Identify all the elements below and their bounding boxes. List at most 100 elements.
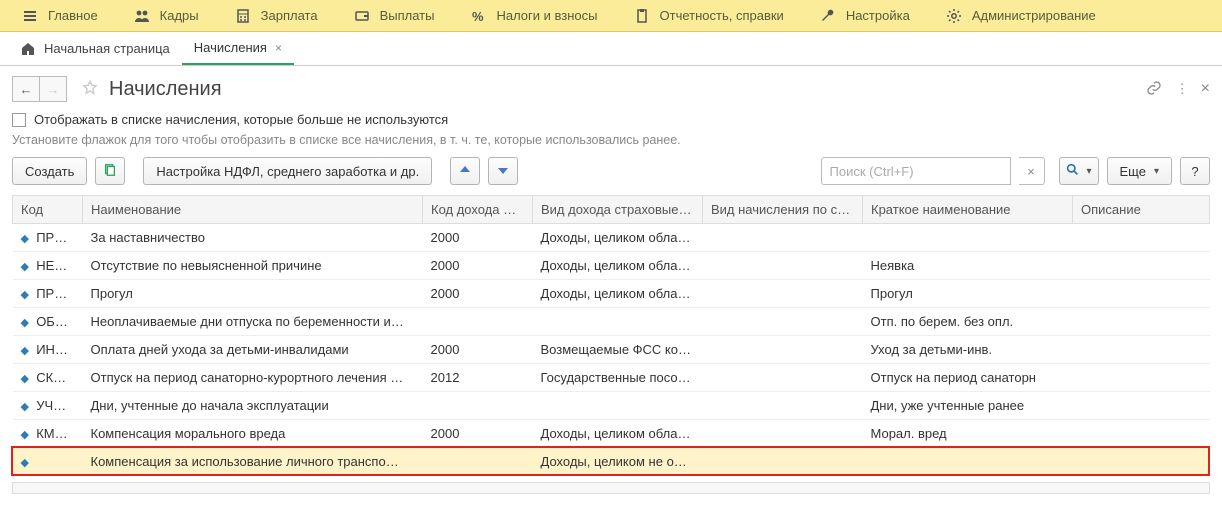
horizontal-scrollbar[interactable] — [12, 482, 1210, 494]
nav-forward-button[interactable]: → — [39, 76, 67, 102]
favorite-star-icon[interactable] — [81, 79, 99, 100]
page-title: Начисления — [109, 78, 222, 101]
copy-button[interactable] — [95, 157, 125, 185]
home-tab-label: Начальная страница — [44, 41, 170, 56]
row-marker-icon: ◆ — [21, 373, 29, 385]
cell-short: Морал. вред — [863, 420, 1073, 448]
help-button[interactable]: ? — [1180, 157, 1210, 185]
cell-desc — [1073, 392, 1210, 420]
topmenu-label: Зарплата — [261, 8, 318, 23]
home-icon — [20, 41, 36, 57]
page-header: ← → Начисления ⋮ × — [0, 66, 1222, 108]
cell-income-code: 2000 — [423, 336, 533, 364]
table-row[interactable]: ◆ ИН…Оплата дней ухода за детьми-инвалид… — [13, 336, 1210, 364]
cell-calc-type — [703, 308, 863, 336]
copy-doc-icon — [103, 163, 117, 180]
chevron-down-icon: ▾ — [1087, 166, 1092, 177]
cell-name: Оплата дней ухода за детьми-инвалидами — [83, 336, 423, 364]
cell-name: Прогул — [83, 280, 423, 308]
move-up-button[interactable] — [450, 157, 480, 185]
table-row[interactable]: ◆ ОБ…Неоплачиваемые дни отпуска по берем… — [13, 308, 1210, 336]
link-icon[interactable] — [1146, 80, 1162, 99]
row-marker-icon: ◆ — [21, 233, 29, 245]
home-tab[interactable]: Начальная страница — [8, 32, 182, 65]
cell-calc-type — [703, 252, 863, 280]
table-header-row: Код Наименование Код дохода … Вид дохода… — [13, 196, 1210, 224]
topmenu-tax[interactable]: %Налоги и взносы — [452, 0, 615, 31]
close-icon[interactable]: × — [275, 41, 282, 55]
cell-name: Компенсация морального вреда — [83, 420, 423, 448]
table-row[interactable]: ◆ КМ…Компенсация морального вреда2000Дох… — [13, 420, 1210, 448]
cell-calc-type — [703, 336, 863, 364]
cell-name: За наставничество — [83, 224, 423, 252]
table-row[interactable]: ◆ ПР…Прогул2000Доходы, целиком обла…Прог… — [13, 280, 1210, 308]
topmenu-admin[interactable]: Администрирование — [928, 0, 1114, 31]
nav-back-button[interactable]: ← — [12, 76, 40, 102]
col-insurance-header[interactable]: Вид дохода страховые… — [533, 196, 703, 224]
topmenu-main[interactable]: Главное — [4, 0, 116, 31]
search-clear-button[interactable]: × — [1019, 157, 1045, 185]
cell-calc-type — [703, 364, 863, 392]
accruals-table: Код Наименование Код дохода … Вид дохода… — [12, 195, 1210, 476]
col-name-header[interactable]: Наименование — [83, 196, 423, 224]
col-code-header[interactable]: Код — [13, 196, 83, 224]
search-box — [821, 157, 1011, 185]
cell-income-code: 2000 — [423, 280, 533, 308]
calc-icon — [235, 8, 251, 24]
filter-hint: Установите флажок для того чтобы отобраз… — [0, 131, 1222, 157]
tabs-row: Начальная страница Начисления × — [0, 32, 1222, 66]
cell-short: Уход за детьми-инв. — [863, 336, 1073, 364]
topmenu-hr[interactable]: Кадры — [116, 0, 217, 31]
cell-desc — [1073, 420, 1210, 448]
more-menu-button[interactable]: Еще ▾ — [1107, 157, 1172, 185]
table-row[interactable]: ◆ ПР…За наставничество2000Доходы, целико… — [13, 224, 1210, 252]
col-calc-type-header[interactable]: Вид начисления по ст… — [703, 196, 863, 224]
filter-row: Отображать в списке начисления, которые … — [0, 108, 1222, 131]
menu-icon — [22, 8, 38, 24]
topmenu-salary[interactable]: Зарплата — [217, 0, 336, 31]
row-marker-icon: ◆ — [21, 457, 29, 469]
cell-income-code: 2000 — [423, 420, 533, 448]
cell-desc — [1073, 252, 1210, 280]
cell-name: Отпуск на период санаторно-курортного ле… — [83, 364, 423, 392]
table-row[interactable]: ◆ Компенсация за использование личного т… — [13, 448, 1210, 476]
wrench-icon — [820, 8, 836, 24]
topmenu-report[interactable]: Отчетность, справки — [616, 0, 802, 31]
col-desc-header[interactable]: Описание — [1073, 196, 1210, 224]
topmenu-label: Кадры — [160, 8, 199, 23]
table-row[interactable]: ◆ УЧ…Дни, учтенные до начала эксплуатаци… — [13, 392, 1210, 420]
table-row[interactable]: ◆ НЕ…Отсутствие по невыясненной причине2… — [13, 252, 1210, 280]
cell-short: Прогул — [863, 280, 1073, 308]
create-button[interactable]: Создать — [12, 157, 87, 185]
row-marker-icon: ◆ — [21, 289, 29, 301]
col-short-header[interactable]: Краткое наименование — [863, 196, 1073, 224]
cell-insurance: Возмещаемые ФСС ко… — [533, 336, 703, 364]
ndfl-settings-button[interactable]: Настройка НДФЛ, среднего заработка и др. — [143, 157, 432, 185]
cell-short: Дни, уже учтенные ранее — [863, 392, 1073, 420]
create-button-label: Создать — [25, 164, 74, 179]
svg-text:%: % — [472, 9, 484, 24]
active-tab[interactable]: Начисления × — [182, 32, 294, 65]
cell-insurance: Государственные посо… — [533, 364, 703, 392]
move-down-button[interactable] — [488, 157, 518, 185]
magnifier-icon — [1066, 163, 1079, 179]
cell-insurance: Доходы, целиком обла… — [533, 420, 703, 448]
cell-income-code — [423, 392, 533, 420]
help-label: ? — [1191, 164, 1198, 179]
advanced-search-button[interactable]: ▾ — [1059, 157, 1099, 185]
show-unused-checkbox[interactable] — [12, 113, 26, 127]
close-page-icon[interactable]: × — [1201, 80, 1210, 98]
topmenu-label: Настройка — [846, 8, 910, 23]
cell-calc-type — [703, 420, 863, 448]
table-row[interactable]: ◆ СК…Отпуск на период санаторно-курортно… — [13, 364, 1210, 392]
col-income-header[interactable]: Код дохода … — [423, 196, 533, 224]
cell-name: Дни, учтенные до начала эксплуатации — [83, 392, 423, 420]
cell-insurance: Доходы, целиком обла… — [533, 280, 703, 308]
more-vert-icon[interactable]: ⋮ — [1176, 81, 1187, 97]
arrow-down-icon — [497, 164, 509, 179]
accruals-table-wrap: Код Наименование Код дохода … Вид дохода… — [0, 195, 1222, 482]
show-unused-label: Отображать в списке начисления, которые … — [34, 112, 448, 127]
topmenu-settings[interactable]: Настройка — [802, 0, 928, 31]
search-input[interactable] — [822, 158, 1010, 184]
topmenu-pay[interactable]: Выплаты — [336, 0, 453, 31]
